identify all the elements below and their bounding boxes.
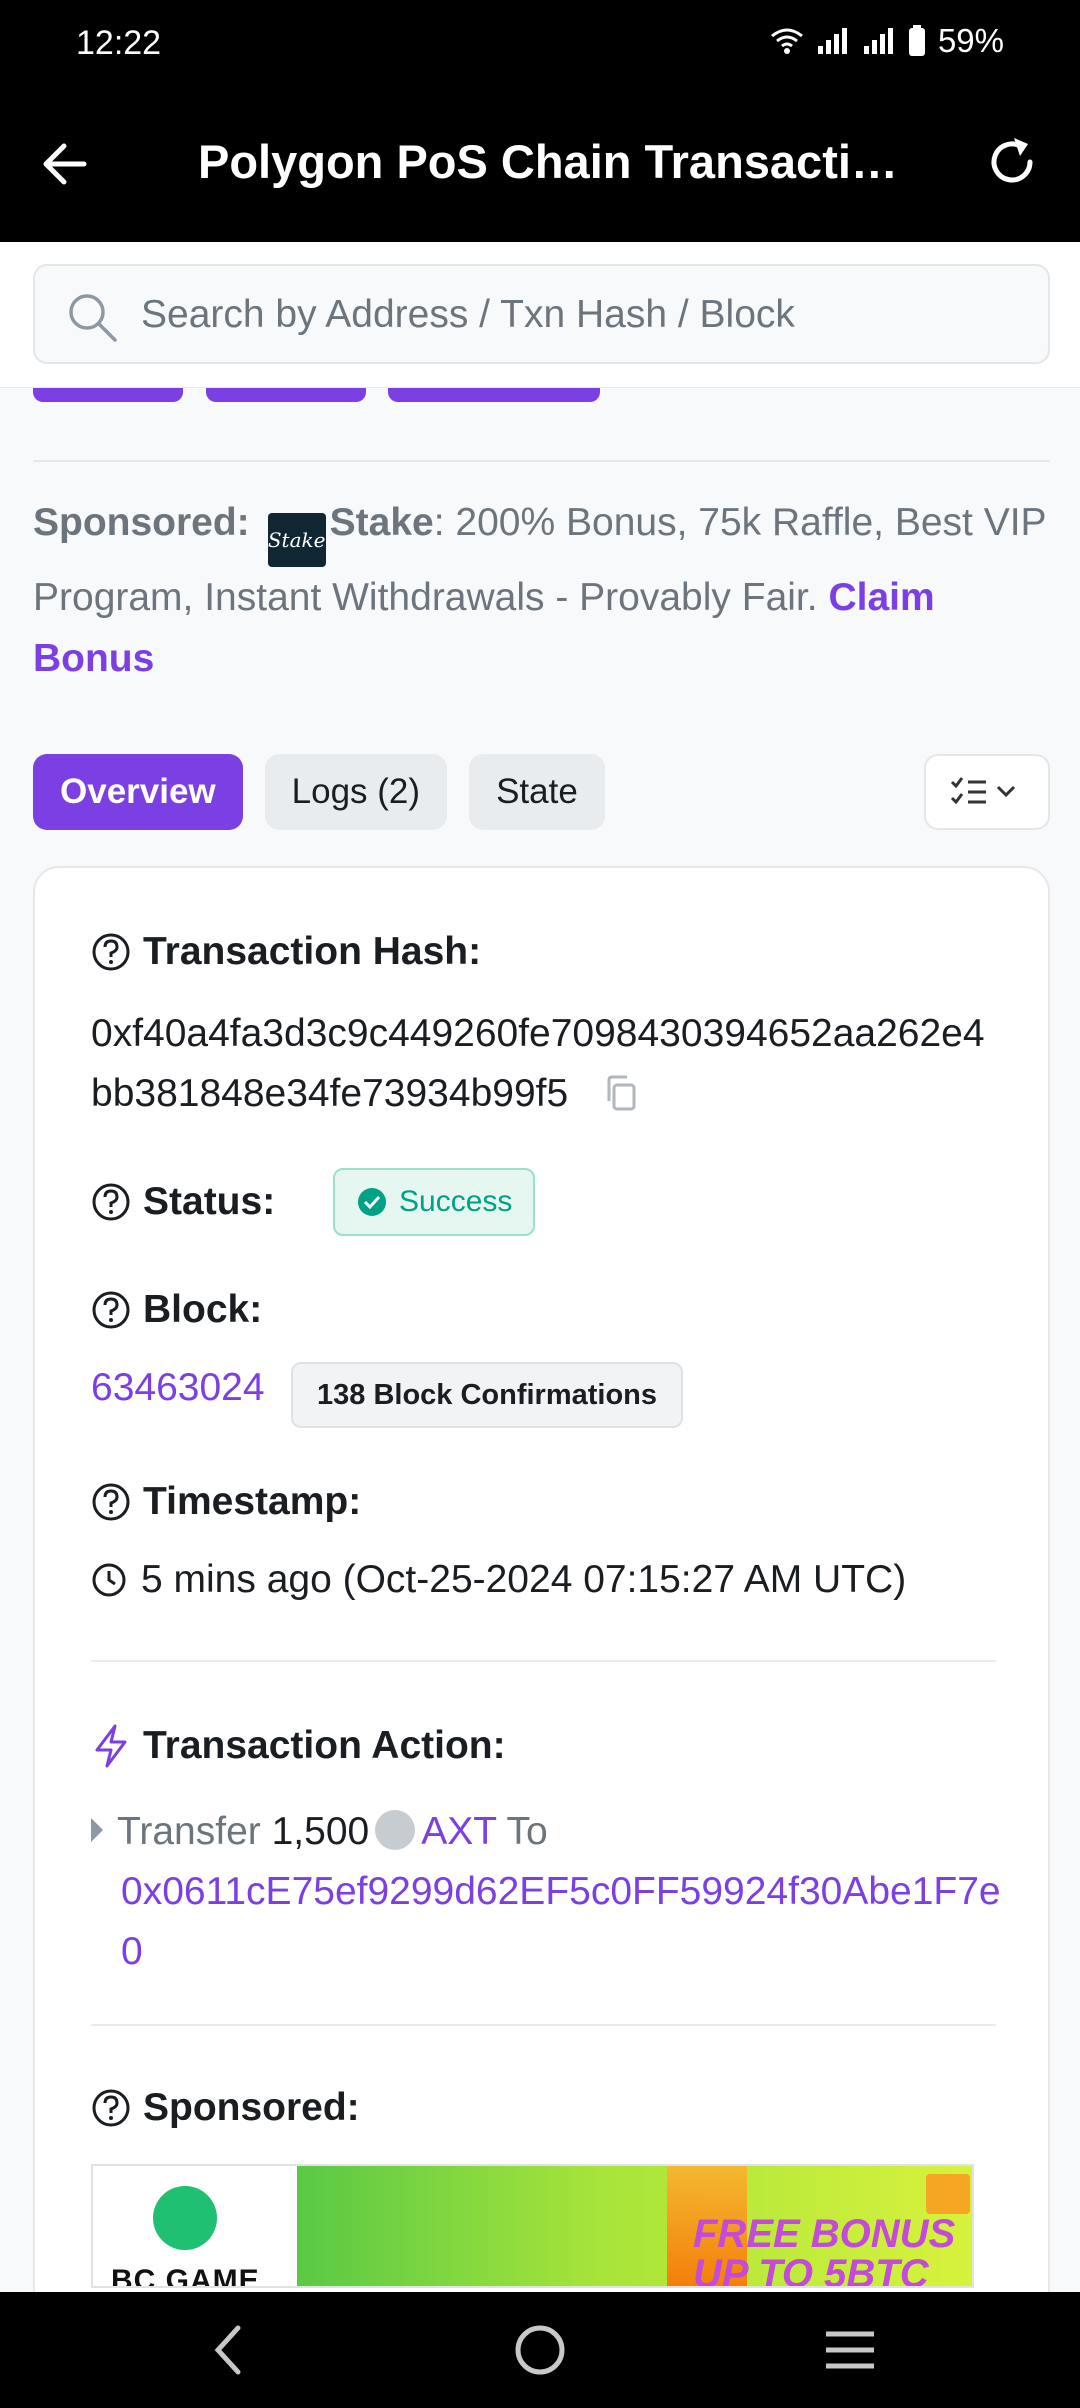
action-amount: 1,500 [271, 1810, 370, 1853]
help-circle-icon[interactable] [91, 1482, 131, 1522]
lightning-icon [95, 1724, 127, 1768]
copy-icon[interactable] [603, 1074, 641, 1112]
ad-brand-panel: BC GAME [93, 2166, 297, 2288]
transaction-action: Transfer 1,500 AXT To 0x0611cE75ef9299d62… [91, 1802, 1021, 1982]
confirmations-badge: 138 Block Confirmations [291, 1362, 684, 1428]
back-arrow-icon[interactable] [36, 134, 96, 194]
status-label: Status: [143, 1180, 276, 1223]
page-title: Polygon PoS Chain Transactio... [198, 135, 898, 188]
tab-overview[interactable]: Overview [33, 754, 243, 830]
action-to: To [506, 1810, 548, 1853]
search-bar-container [0, 242, 1080, 388]
tx-hash-value: 0xf40a4fa3d3c9c449260fe7098430394652aa26… [91, 1004, 991, 1124]
help-circle-icon[interactable] [91, 932, 131, 972]
wifi-icon [771, 28, 803, 54]
app-bar: Polygon PoS Chain Transactio... [0, 88, 1080, 242]
ad-headline: FREE BONUS UP TO 5BTC [693, 2212, 956, 2288]
sponsor-brand[interactable]: Stake [330, 501, 434, 544]
refresh-icon[interactable] [982, 132, 1042, 192]
search-icon [69, 294, 117, 342]
help-circle-icon[interactable] [91, 1290, 131, 1330]
timestamp-value: 5 mins ago (Oct-25-2024 07:15:27 AM UTC) [91, 1558, 906, 1602]
sponsored-label: Sponsored: [33, 501, 250, 544]
tab-logs[interactable]: Logs (2) [264, 754, 448, 830]
tab-bar: Overview Logs (2) State [33, 754, 605, 830]
status-value: Success [399, 1185, 513, 1218]
check-circle-icon [358, 1188, 386, 1216]
sponsored-row-label: Sponsored: [91, 2086, 360, 2130]
help-circle-icon[interactable] [91, 1182, 131, 1222]
status-time: 12:22 [76, 24, 162, 62]
ad-promo-panel: FREE BONUS UP TO 5BTC [297, 2166, 972, 2288]
category-pills [0, 388, 1080, 418]
block-number-link[interactable]: 63463024 [91, 1366, 265, 1410]
nav-home-icon[interactable] [512, 2322, 568, 2378]
mascot-icon [926, 2174, 970, 2214]
divider [33, 460, 1050, 462]
transaction-details-card: Transaction Hash: 0xf40a4fa3d3c9c449260f… [33, 866, 1050, 2366]
action-label: Transaction Action: [143, 1724, 506, 1767]
block-label: Block: [143, 1288, 263, 1331]
nav-menu-icon[interactable] [822, 2322, 878, 2378]
bc-game-logo [153, 2186, 217, 2250]
action-verb: Transfer [117, 1810, 261, 1853]
category-pill-2[interactable] [206, 388, 366, 402]
tab-options-button[interactable] [924, 754, 1050, 830]
stake-logo: Stake [267, 513, 326, 567]
ad-banner[interactable]: BC GAME FREE BONUS UP TO 5BTC [91, 2164, 974, 2288]
chevron-down-icon [996, 785, 1016, 798]
status-icons: 59% [770, 22, 1004, 60]
battery-percent: 59% [937, 22, 1004, 59]
category-pill-1[interactable] [33, 388, 183, 402]
timestamp-row-label: Timestamp: [91, 1480, 361, 1524]
timestamp-label: Timestamp: [143, 1480, 362, 1523]
status-row-label: Status: [91, 1180, 275, 1224]
clock-icon [92, 1563, 126, 1597]
list-settings-icon [950, 777, 1016, 805]
timestamp-text: 5 mins ago (Oct-25-2024 07:15:27 AM UTC) [141, 1558, 907, 1601]
battery-icon [908, 25, 925, 56]
tab-state[interactable]: State [469, 754, 605, 830]
tx-hash-text: 0xf40a4fa3d3c9c449260fe7098430394652aa26… [91, 1012, 985, 1115]
status-bar: 12:22 59% [0, 0, 1080, 88]
ad-brand: BC GAME [111, 2264, 260, 2288]
action-address-link[interactable]: 0x0611cE75ef9299d62EF5c0FF59924f30Abe1F7… [91, 1862, 1021, 1982]
search-input[interactable] [141, 284, 1021, 346]
card-divider [91, 2024, 996, 2026]
search-box[interactable] [33, 264, 1050, 364]
token-icon [375, 1810, 416, 1850]
card-divider [91, 1660, 996, 1662]
signal-icon [817, 28, 847, 54]
block-row-label: Block: [91, 1288, 262, 1332]
signal-icon-2 [863, 28, 893, 54]
system-nav-bar [0, 2292, 1080, 2408]
expand-caret-icon[interactable] [91, 1818, 103, 1842]
nav-back-icon[interactable] [208, 2322, 248, 2378]
category-pill-3[interactable] [388, 388, 600, 402]
tx-hash-label: Transaction Hash: [143, 930, 482, 973]
action-token-link[interactable]: AXT [421, 1810, 496, 1853]
action-row-label: Transaction Action: [91, 1724, 506, 1768]
sponsored-banner: Sponsored: Stake Stake: 200% Bonus, 75k Ra… [33, 492, 1053, 689]
help-circle-icon[interactable] [91, 2088, 131, 2128]
status-badge: Success [333, 1168, 535, 1236]
sponsored-label-2: Sponsored: [143, 2086, 360, 2129]
tx-hash-row-label: Transaction Hash: [91, 930, 481, 974]
